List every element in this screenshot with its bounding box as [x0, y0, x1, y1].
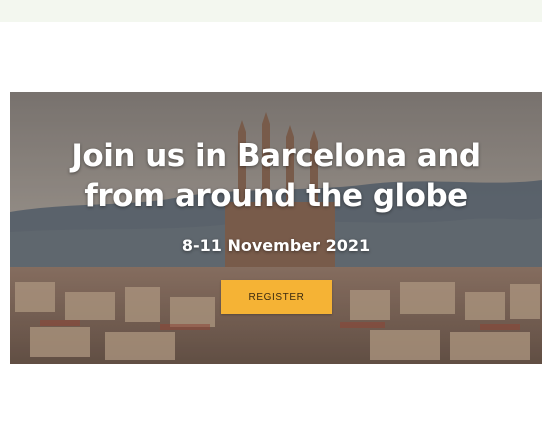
top-strip [0, 0, 542, 22]
event-dates: 8-11 November 2021 [181, 236, 371, 255]
register-button[interactable]: REGISTER [221, 280, 332, 314]
headline-line-1: Join us in Barcelona and [71, 138, 481, 174]
hero-banner: Join us in Barcelona and from around the… [10, 92, 542, 364]
hero-headline: Join us in Barcelona and from around the… [10, 136, 542, 216]
headline-line-2: from around the globe [84, 178, 468, 214]
hero-overlay [10, 92, 542, 364]
